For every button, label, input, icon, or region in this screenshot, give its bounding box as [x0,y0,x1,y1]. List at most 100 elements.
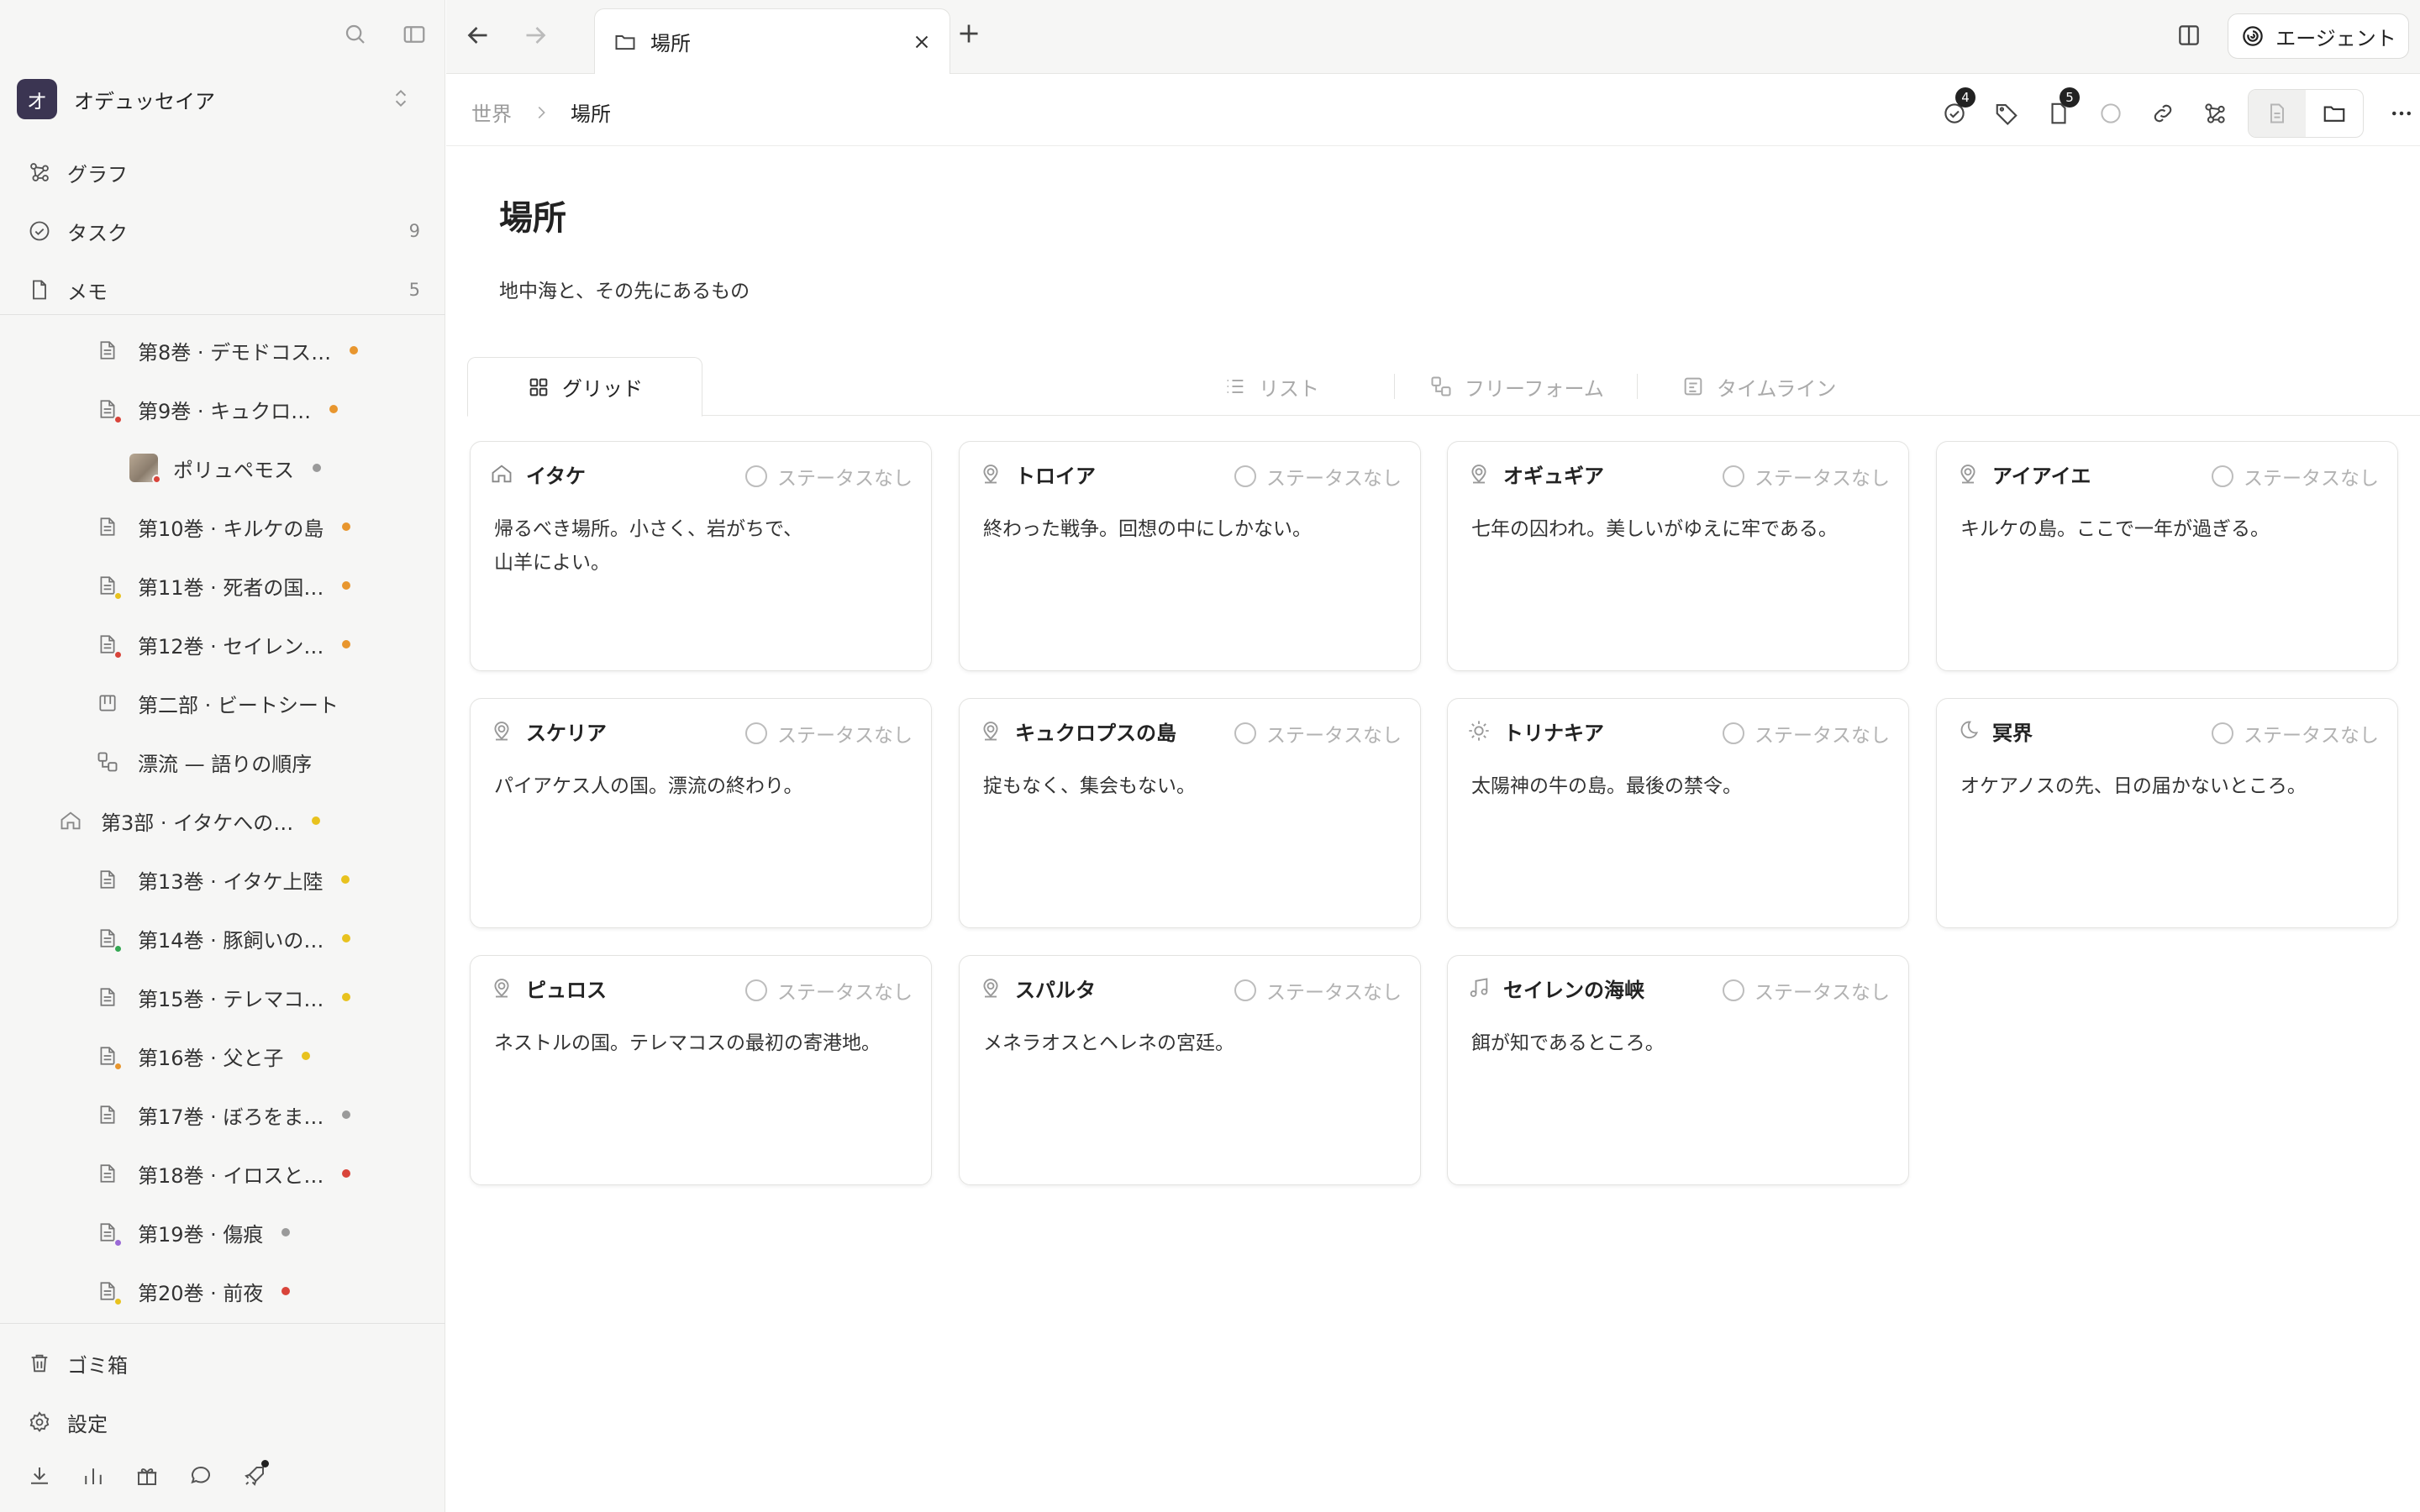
tab-freeform[interactable]: フリーフォーム [1429,357,1604,416]
status-circle-icon [2212,465,2233,487]
tree-item-label: 第11巻 · 死者の国… [138,575,324,600]
graph-button[interactable] [2189,92,2241,134]
sidebar-tree-item[interactable]: 第18巻 · イロスと… [0,1144,445,1203]
tab-label: リスト [1259,376,1319,401]
sidebar-toggle-icon[interactable] [402,22,427,47]
document-view-button[interactable] [2249,90,2306,137]
place-card[interactable]: ピュロス ステータスなし ネストルの国。テレマコスの最初の寄港地。 [470,955,932,1185]
list-icon [1223,375,1247,398]
status-selector[interactable]: ステータスなし [1234,719,1402,748]
status-selector[interactable]: ステータスなし [1723,719,1890,748]
gift-icon[interactable] [131,1460,163,1492]
sidebar-item-graph[interactable]: グラフ [25,143,420,202]
status-circle-icon [1234,465,1256,487]
workspace-switcher[interactable]: オ オデュッセイア [17,79,420,119]
doc-icon [96,631,123,659]
avatar [129,454,161,484]
place-card[interactable]: アイアイエ ステータスなし キルケの島。ここで一年が過ぎる。 [1936,441,2398,671]
sidebar-item-settings[interactable]: 設定 [25,1393,420,1452]
notes-button[interactable]: 5 [2033,87,2085,134]
sidebar-tree-item[interactable]: 第二部 · ビートシート [0,674,445,732]
place-card[interactable]: イタケ ステータスなし 帰るべき場所。小さく、岩がちで、 山羊によい。 [470,441,932,671]
tree-item-label: 第二部 · ビートシート [138,693,339,717]
tab-places[interactable]: 場所 [594,8,950,74]
status-selector[interactable]: ステータスなし [745,462,913,491]
card-title: ピュロス [526,978,607,1002]
sidebar-tree-item[interactable]: 第12巻 · セイレン… [0,615,445,674]
sidebar-tree-item[interactable]: 第14巻 · 豚飼いの… [0,909,445,968]
view-mode-toggle [2248,89,2364,138]
status-selector[interactable]: ステータスなし [1723,462,1890,491]
status-label: ステータスなし [2244,468,2379,490]
chevron-right-icon [532,103,550,122]
sidebar-item-tasks[interactable]: タスク 9 [25,202,420,260]
sidebar-tree-item[interactable]: 第17巻 · ぼろをま… [0,1085,445,1144]
status-selector[interactable]: ステータスなし [1723,976,1890,1005]
place-card[interactable]: 冥界 ステータスなし オケアノスの先、日の届かないところ。 [1936,698,2398,928]
place-card[interactable]: オギュギア ステータスなし 七年の囚われ。美しいがゆえに牢である。 [1447,441,1909,671]
sidebar-tree-item[interactable]: 第11巻 · 死者の国… [0,556,445,615]
link-button[interactable] [2137,92,2189,134]
tree-item-label: 第16巻 · 父と子 [138,1046,284,1070]
status-selector[interactable]: ステータスなし [2212,462,2379,491]
sidebar-tree-item[interactable]: 第13巻 · イタケ上陸 [0,850,445,909]
page-title[interactable]: 場所 [499,191,566,239]
place-card[interactable]: スパルタ ステータスなし メネラオスとヘレネの宮廷。 [959,955,1421,1185]
sidebar-tree-item[interactable]: 第20巻 · 前夜 [0,1262,445,1320]
stats-bar-icon[interactable] [77,1460,109,1492]
split-view-icon[interactable] [2175,22,2202,49]
place-card[interactable]: トロイア ステータスなし 終わった戦争。回想の中にしかない。 [959,441,1421,671]
search-icon[interactable] [343,22,368,47]
sidebar-tree-item[interactable]: 第3部 · イタケへの… [0,791,445,850]
sidebar-tree-item[interactable]: 漂流 — 語りの順序 [0,732,445,791]
card-title: セイレンの海峡 [1503,978,1644,1002]
sidebar-item-notes[interactable]: メモ 5 [25,260,420,319]
tags-button[interactable] [1981,92,2033,134]
page-description[interactable]: 地中海と、その先にあるもの [499,275,750,303]
sidebar-tree-item[interactable]: 第19巻 · 傷痕 [0,1203,445,1262]
status-selector[interactable]: ステータスなし [1234,976,1402,1005]
card-description: 七年の囚われ。美しいがゆえに牢である。 [1471,518,1838,540]
tab-timeline[interactable]: タイムライン [1681,357,1836,416]
tasks-count-badge: 4 [1955,87,1975,108]
rocket-icon[interactable] [239,1460,271,1492]
plus-icon[interactable] [954,18,984,49]
back-arrow-icon[interactable] [463,20,493,50]
forward-arrow-icon[interactable] [520,20,550,50]
tab-list[interactable]: リスト [1223,357,1319,416]
close-icon[interactable] [911,31,933,53]
sidebar-tree-item[interactable]: 第9巻 · キュクロ… [0,380,445,438]
status-badge [113,1297,123,1306]
status-selector[interactable]: ステータスなし [745,719,913,748]
place-card[interactable]: セイレンの海峡 ステータスなし 餌が知であるところ。 [1447,955,1909,1185]
tasks-button[interactable]: 4 [1928,87,1981,134]
folder-view-button[interactable] [2306,90,2363,137]
tab-grid[interactable]: グリッド [467,357,702,417]
location-pin-icon [489,976,514,1000]
status-button[interactable] [2085,92,2137,134]
more-options-button[interactable] [2375,92,2420,134]
card-title: スパルタ [1015,978,1096,1002]
status-selector[interactable]: ステータスなし [745,976,913,1005]
agent-button[interactable]: エージェント [2228,13,2409,59]
download-icon[interactable] [24,1460,55,1492]
status-dot [342,522,351,531]
status-circle-icon [1234,979,1256,1001]
place-card[interactable]: キュクロプスの島 ステータスなし 掟もなく、集会もない。 [959,698,1421,928]
sidebar-tree-item[interactable]: 第16巻 · 父と子 [0,1026,445,1085]
sidebar-item-trash[interactable]: ゴミ箱 [25,1334,420,1393]
document-tree: 第8巻 · デモドコス… 第9巻 · キュクロ… ポリュペモス 第10巻 · キルケの… [0,321,445,1320]
chat-bubble-icon[interactable] [185,1460,217,1492]
sidebar-tree-item[interactable]: ポリュペモス [0,438,445,497]
status-circle-icon [2098,101,2123,126]
sidebar-tree-item[interactable]: 第8巻 · デモドコス… [0,321,445,380]
place-card[interactable]: トリナキア ステータスなし 太陽神の牛の島。最後の禁令。 [1447,698,1909,928]
place-card[interactable]: スケリア ステータスなし パイアケス人の国。漂流の終わり。 [470,698,932,928]
status-selector[interactable]: ステータスなし [2212,719,2379,748]
sidebar-tree-item[interactable]: 第15巻 · テレマコ… [0,968,445,1026]
sidebar-tree-item[interactable]: 第10巻 · キルケの島 [0,497,445,556]
breadcrumb-parent[interactable]: 世界 [471,97,512,127]
status-selector[interactable]: ステータスなし [1234,462,1402,491]
more-horizontal-icon [2389,101,2414,126]
tree-item-label: 第13巻 · イタケ上陸 [138,869,324,894]
